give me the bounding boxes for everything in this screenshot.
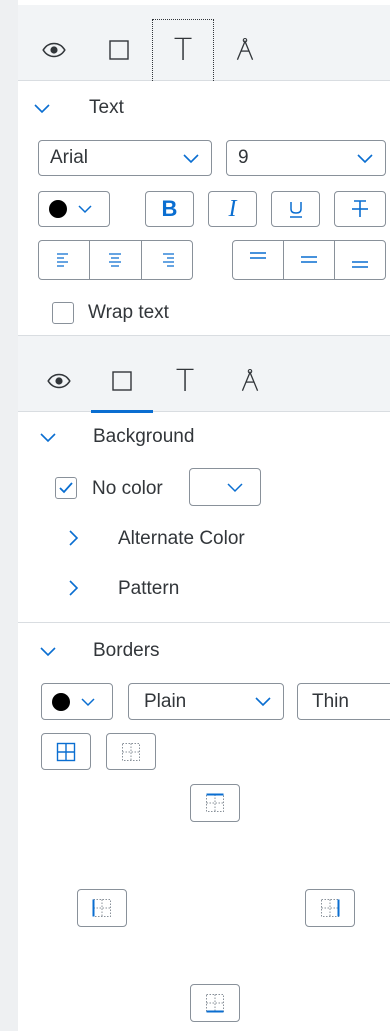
font-family-select[interactable]: Arial: [38, 140, 212, 176]
font-family-value: Arial: [50, 147, 89, 168]
horizontal-align-group: [38, 240, 193, 280]
no-color-checkbox[interactable]: [55, 477, 77, 499]
background-section-toggle[interactable]: [38, 427, 58, 452]
text-t-icon: T: [175, 363, 195, 399]
border-width-value: Thin: [312, 690, 349, 712]
align-bottom-button[interactable]: [335, 241, 385, 279]
tab-text-style[interactable]: [214, 19, 276, 81]
background-color-button[interactable]: [189, 468, 261, 506]
bold-icon: B: [161, 196, 178, 221]
right-border-button[interactable]: [305, 889, 355, 927]
left-border-icon: [92, 899, 111, 917]
text-outline-icon: [236, 37, 254, 60]
border-style-select[interactable]: Plain: [128, 683, 284, 720]
no-borders-icon: [122, 742, 140, 761]
tab-visibility[interactable]: [23, 19, 85, 81]
align-center-button[interactable]: [90, 241, 142, 279]
align-right-icon: [162, 253, 174, 267]
align-left-button[interactable]: [39, 241, 91, 279]
underline-icon: [289, 202, 302, 218]
square-icon: [112, 371, 132, 391]
bold-button[interactable]: B: [145, 191, 194, 227]
chevron-down-icon: [81, 697, 95, 706]
align-left-icon: [57, 253, 69, 267]
text-section-title: Text: [89, 97, 124, 118]
top-border-button[interactable]: [190, 784, 240, 822]
no-borders-button[interactable]: [106, 733, 156, 770]
active-tab-indicator: [91, 410, 153, 413]
all-borders-button[interactable]: [41, 733, 91, 770]
section-divider: [18, 622, 390, 623]
text-t-icon: T: [173, 33, 193, 68]
pattern-toggle[interactable]: [63, 578, 83, 603]
background-section-title: Background: [93, 426, 195, 447]
tab-text[interactable]: T: [154, 350, 216, 412]
wrap-text-label: Wrap text: [88, 302, 169, 323]
text-outline-icon: [241, 368, 259, 391]
align-top-button[interactable]: [233, 241, 284, 279]
font-color-button[interactable]: [38, 191, 110, 227]
color-swatch-icon: [52, 692, 70, 711]
eye-icon: [42, 42, 66, 58]
bottom-border-button[interactable]: [190, 984, 240, 1022]
chevron-down-icon: [255, 697, 271, 707]
top-border-icon: [206, 793, 224, 812]
bottom-border-icon: [206, 994, 224, 1013]
italic-icon: I: [228, 195, 237, 222]
alternate-color-toggle[interactable]: [63, 528, 83, 553]
tab-text[interactable]: T: [152, 19, 214, 81]
panel2-tabbar: T: [18, 336, 390, 413]
alternate-color-label[interactable]: Alternate Color: [118, 528, 245, 550]
chevron-down-icon: [183, 154, 199, 164]
font-size-value: 9: [238, 147, 249, 168]
strikethrough-button[interactable]: [334, 191, 386, 227]
right-border-icon: [321, 899, 340, 917]
left-gutter: [0, 0, 18, 1031]
chevron-right-icon: [69, 580, 79, 596]
chevron-down-icon: [227, 483, 243, 493]
align-center-icon: [109, 253, 122, 267]
wrap-text-checkbox[interactable]: [52, 302, 74, 324]
align-right-button[interactable]: [142, 241, 192, 279]
chevron-down-icon: [34, 104, 50, 114]
tab-visibility[interactable]: [28, 350, 90, 412]
chevron-down-icon: [357, 154, 373, 164]
left-border-button[interactable]: [77, 889, 127, 927]
panel1-tabbar: T: [18, 5, 390, 81]
italic-button[interactable]: I: [208, 191, 257, 227]
border-style-value: Plain: [144, 690, 187, 712]
vertical-align-group: [232, 240, 386, 280]
text-section-toggle[interactable]: [32, 98, 52, 123]
align-bottom-icon: [352, 261, 368, 268]
no-color-label: No color: [92, 478, 163, 499]
align-top-icon: [250, 252, 266, 259]
eye-icon: [47, 373, 71, 389]
borders-section-toggle[interactable]: [38, 641, 58, 666]
strikethrough-icon: [352, 200, 368, 217]
chevron-down-icon: [40, 647, 56, 657]
border-width-select[interactable]: Thin: [297, 683, 390, 720]
all-borders-icon: [56, 742, 76, 761]
color-swatch-icon: [49, 200, 67, 218]
tab-cell-style[interactable]: [88, 19, 150, 81]
chevron-down-icon: [40, 433, 56, 443]
border-color-button[interactable]: [41, 683, 113, 720]
font-size-select[interactable]: 9: [226, 140, 386, 176]
chevron-right-icon: [69, 530, 79, 546]
underline-button[interactable]: [271, 191, 320, 227]
pattern-label[interactable]: Pattern: [118, 578, 179, 600]
align-middle-button[interactable]: [284, 241, 335, 279]
checkmark-icon: [59, 482, 73, 494]
chevron-down-icon: [78, 205, 92, 214]
borders-section-title: Borders: [93, 640, 160, 661]
tab-text-style[interactable]: [219, 350, 281, 412]
tab-cell-style[interactable]: [91, 350, 153, 413]
align-middle-icon: [301, 256, 317, 263]
square-icon: [109, 40, 129, 60]
